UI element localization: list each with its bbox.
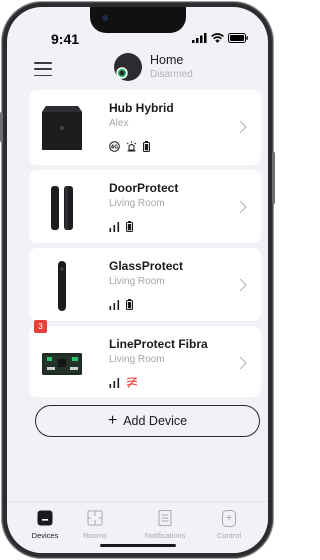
battery-level-icon <box>126 221 133 232</box>
chevron-right-icon <box>239 120 247 134</box>
device-room: Living Room <box>109 276 165 287</box>
battery-level-icon <box>126 299 133 310</box>
device-name: LineProtect Fibra <box>109 337 208 351</box>
device-status-icons: 4G <box>109 141 150 152</box>
siren-icon <box>126 141 137 152</box>
svg-text:4G: 4G <box>111 145 119 151</box>
battery-icon <box>228 33 248 43</box>
hub-hybrid-image <box>39 98 84 158</box>
tab-label: Rooms <box>83 531 107 540</box>
device-status-icons <box>109 299 133 310</box>
home-indicator <box>100 544 176 547</box>
add-device-label: Add Device <box>123 414 188 428</box>
device-card-hub-hybrid[interactable]: Hub Hybrid Alex 4G <box>29 90 261 165</box>
status-bar: 9:41 <box>7 7 268 47</box>
camera-notch <box>90 7 186 33</box>
device-name: DoorProtect <box>109 181 179 195</box>
signal-strength-icon <box>109 300 120 310</box>
signal-strength-icon <box>109 222 120 232</box>
device-status-icons <box>109 377 138 388</box>
device-name: GlassProtect <box>109 259 184 273</box>
devices-icon <box>37 510 53 526</box>
tab-rooms[interactable]: Rooms <box>65 508 125 540</box>
chevron-right-icon <box>239 200 247 214</box>
glassprotect-image <box>39 256 84 316</box>
wifi-icon <box>211 33 224 43</box>
doorprotect-image <box>39 178 84 238</box>
device-room: Living Room <box>109 354 165 365</box>
signal-strength-icon <box>109 378 120 388</box>
menu-icon[interactable] <box>34 62 52 76</box>
rooms-icon <box>87 510 103 526</box>
add-device-button[interactable]: + Add Device <box>35 405 260 437</box>
battery-level-icon <box>143 141 150 152</box>
notifications-icon <box>158 510 172 526</box>
tab-control[interactable]: Control <box>199 508 259 540</box>
chevron-right-icon <box>239 356 247 370</box>
power-fault-icon <box>126 377 138 388</box>
app-screen: 9:41 Home Disarmed Hub Hybrid Alex 4G Do… <box>7 7 268 553</box>
device-status-icons <box>109 221 133 232</box>
tab-label: Control <box>216 531 242 540</box>
device-room: Living Room <box>109 198 165 209</box>
4g-icon: 4G <box>109 141 120 152</box>
chevron-right-icon <box>239 278 247 292</box>
tab-notifications[interactable]: Notifications <box>135 508 195 540</box>
lineprotect-fibra-image <box>39 334 84 394</box>
hub-arm-state: Disarmed <box>150 69 193 80</box>
device-card-doorprotect[interactable]: DoorProtect Living Room <box>29 170 261 243</box>
phone-frame: 9:41 Home Disarmed Hub Hybrid Alex 4G Do… <box>0 2 275 558</box>
plus-icon: + <box>107 412 118 429</box>
device-card-lineprotect-fibra[interactable]: 3 LineProtect Fibra Living Room <box>29 320 261 397</box>
device-room: Alex <box>109 118 129 129</box>
cellular-signal-icon <box>192 33 207 43</box>
alert-count-badge: 3 <box>34 320 47 333</box>
device-card-glassprotect[interactable]: GlassProtect Living Room <box>29 248 261 321</box>
status-icons <box>192 33 248 43</box>
device-name: Hub Hybrid <box>109 101 174 115</box>
tab-label: Notifications <box>144 531 186 540</box>
bottom-tab-bar: Devices Rooms Notifications Control <box>7 501 268 553</box>
control-icon <box>222 509 236 527</box>
hub-avatar[interactable] <box>113 52 143 82</box>
hub-title[interactable]: Home <box>150 53 183 67</box>
status-time: 9:41 <box>51 31 80 47</box>
